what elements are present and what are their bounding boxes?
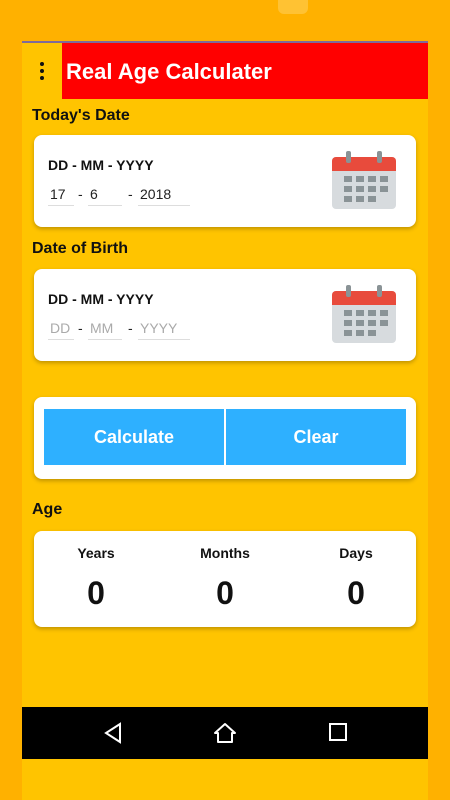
years-column: Years 0 bbox=[46, 545, 146, 612]
separator: - bbox=[78, 320, 83, 336]
dob-year-field[interactable]: YYYY bbox=[138, 317, 190, 340]
more-vert-icon bbox=[40, 62, 44, 66]
months-label: Months bbox=[200, 545, 250, 561]
app-title: Real Age Calculater bbox=[66, 59, 272, 84]
days-value: 0 bbox=[347, 575, 365, 611]
dob-month-field[interactable]: MM bbox=[88, 317, 122, 340]
more-vert-icon-dot bbox=[40, 76, 44, 80]
calendar-icon[interactable] bbox=[330, 151, 398, 211]
more-vert-icon-dot bbox=[40, 69, 44, 73]
separator: - bbox=[78, 186, 83, 202]
calendar-icon[interactable] bbox=[330, 285, 398, 345]
days-column: Days 0 bbox=[306, 545, 406, 612]
recents-square-icon[interactable] bbox=[328, 722, 348, 742]
today-day-field[interactable]: 17 bbox=[48, 183, 74, 206]
app-bar: Real Age Calculater bbox=[22, 41, 428, 99]
dob-day-field[interactable]: DD bbox=[48, 317, 74, 340]
date-of-birth-format: DD - MM - YYYY bbox=[48, 291, 154, 307]
today-month-field[interactable]: 6 bbox=[88, 183, 122, 206]
today-year-field[interactable]: 2018 bbox=[138, 183, 190, 206]
days-label: Days bbox=[339, 545, 373, 561]
months-column: Months 0 bbox=[175, 545, 275, 612]
todays-date-format: DD - MM - YYYY bbox=[48, 157, 154, 173]
years-value: 0 bbox=[87, 575, 105, 611]
todays-date-card: DD - MM - YYYY 17 - 6 - 2018 bbox=[34, 135, 416, 227]
date-of-birth-label: Date of Birth bbox=[32, 240, 128, 257]
status-bar bbox=[0, 0, 450, 41]
home-icon[interactable] bbox=[213, 722, 237, 744]
months-value: 0 bbox=[216, 575, 234, 611]
age-result-card: Years 0 Months 0 Days 0 bbox=[34, 531, 416, 627]
clear-button[interactable]: Clear bbox=[226, 409, 406, 465]
overflow-menu-button[interactable] bbox=[22, 43, 62, 99]
action-buttons-card: Calculate Clear bbox=[34, 397, 416, 479]
separator: - bbox=[128, 186, 133, 202]
todays-date-label: Today's Date bbox=[32, 107, 130, 124]
back-triangle-icon[interactable] bbox=[102, 722, 124, 744]
age-label: Age bbox=[32, 501, 63, 518]
date-of-birth-card: DD - MM - YYYY DD - MM - YYYY bbox=[34, 269, 416, 361]
calculate-button[interactable]: Calculate bbox=[44, 409, 224, 465]
app-screen: Real Age Calculater Today's Date DD - MM… bbox=[22, 41, 428, 800]
status-notch bbox=[278, 0, 308, 14]
separator: - bbox=[128, 320, 133, 336]
system-navigation-bar bbox=[22, 707, 428, 759]
years-label: Years bbox=[77, 545, 115, 561]
